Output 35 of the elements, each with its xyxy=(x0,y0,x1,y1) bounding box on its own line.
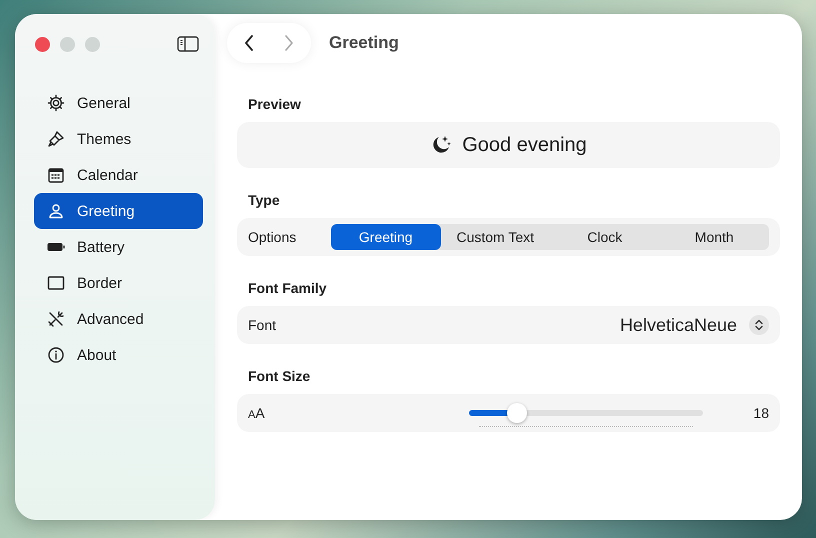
segment-tab[interactable]: Custom Text xyxy=(440,224,550,250)
section-heading: Type xyxy=(247,192,281,208)
sidebar-item[interactable]: Greeting xyxy=(34,193,203,229)
section-heading: Font Size xyxy=(247,368,312,384)
slider-thumb[interactable] xyxy=(507,403,528,423)
section-heading: Font Family xyxy=(247,280,328,296)
sidebar-toggle-icon[interactable] xyxy=(177,36,199,52)
close-button[interactable] xyxy=(35,36,50,52)
person-icon xyxy=(47,202,65,220)
sidebar-item[interactable]: About xyxy=(34,337,203,373)
sidebar-item[interactable]: General xyxy=(34,85,203,121)
sidebar-item[interactable]: Battery xyxy=(34,229,203,265)
popup-value[interactable]: HelveticaNeue xyxy=(620,314,737,336)
window-title: Greeting xyxy=(329,33,399,53)
calendar-icon xyxy=(47,166,65,184)
rectangle-icon xyxy=(47,274,65,292)
row-label: Font xyxy=(248,317,278,333)
row-label: Options xyxy=(248,229,298,245)
font-size-label: AA xyxy=(248,405,265,421)
slider-value: 18 xyxy=(752,405,769,421)
sidebar-item[interactable]: Advanced xyxy=(34,301,203,337)
greeting-text: Good evening xyxy=(462,134,587,156)
gear-icon xyxy=(47,94,65,112)
back-icon[interactable] xyxy=(244,35,254,51)
sidebar-item[interactable]: Calendar xyxy=(34,157,203,193)
forward-icon[interactable] xyxy=(284,35,294,51)
segment-tab[interactable]: Clock xyxy=(550,224,660,250)
sidebar-item[interactable]: Themes xyxy=(34,121,203,157)
info-icon xyxy=(47,346,65,364)
segment-tab[interactable]: Month xyxy=(660,224,769,250)
section-heading: Preview xyxy=(247,96,302,112)
up-down-chevron-icon[interactable] xyxy=(749,315,769,335)
paintbrush-icon xyxy=(47,130,65,148)
sidebar-item[interactable]: Border xyxy=(34,265,203,301)
segment-tab[interactable]: Greeting xyxy=(331,224,440,250)
